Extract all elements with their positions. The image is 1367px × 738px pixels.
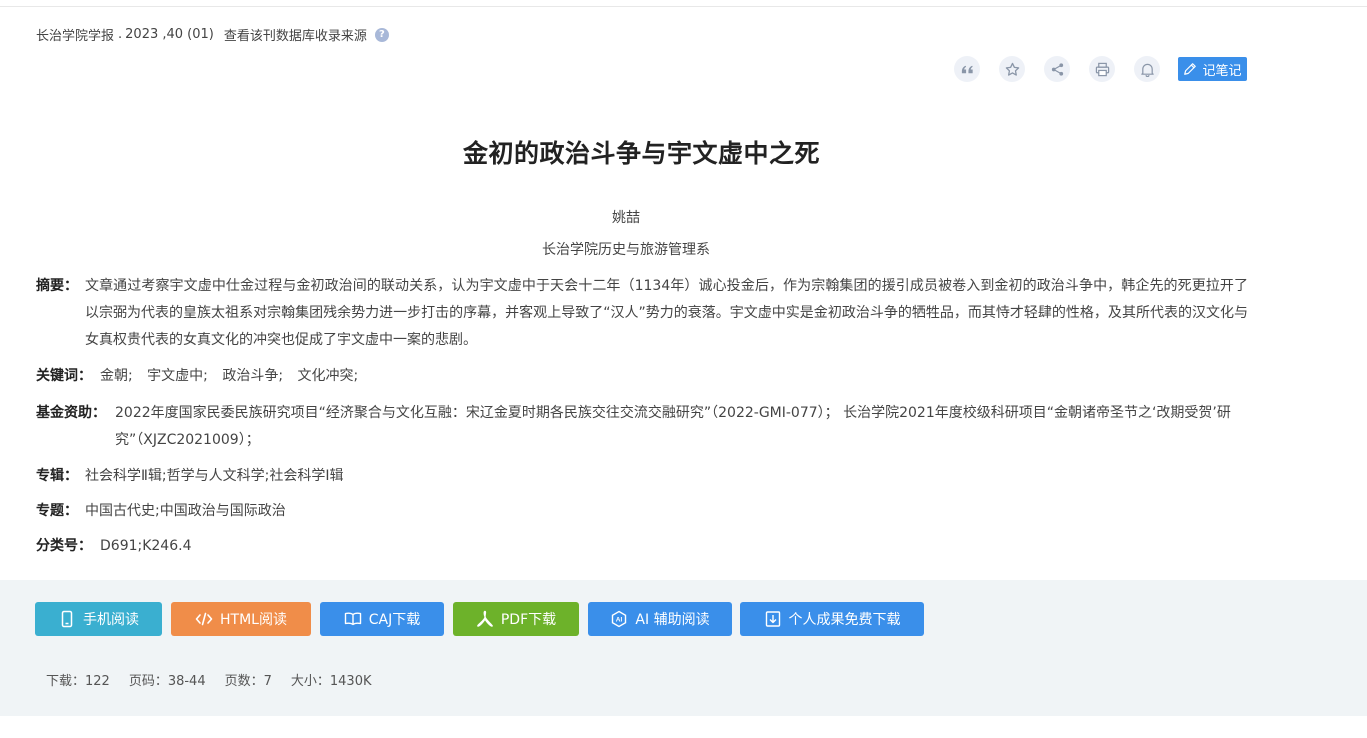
personal-download-label: 个人成果免费下载 — [788, 612, 901, 628]
pencil-icon — [1184, 63, 1197, 75]
affiliation-link[interactable]: 长治学院历史与旅游管理系 — [0, 239, 1252, 259]
help-icon[interactable]: ? — [374, 27, 389, 42]
topic-text: 中国古代史;中国政治与国际政治 — [85, 503, 286, 519]
page-count: 页数：7 — [224, 674, 272, 689]
db-source-link[interactable]: 查看该刊数据库收录来源 — [224, 25, 367, 44]
pdf-download-button[interactable]: PDF下载 — [453, 602, 579, 636]
page-range: 页码：38-44 — [128, 674, 206, 689]
take-notes-label: 记笔记 — [1202, 63, 1242, 79]
ai-read-button[interactable]: AI AI 辅助阅读 — [588, 602, 732, 636]
pdf-icon — [477, 610, 493, 627]
caj-download-label: CAJ下载 — [368, 612, 421, 628]
abstract-text: 文章通过考察宇文虚中仕金过程与金初政治间的联动关系，认为宇文虚中于天会十二年（1… — [85, 278, 1248, 348]
book-icon — [344, 612, 361, 626]
journal-link[interactable]: 长治学院学报 — [36, 25, 114, 44]
caj-download-button[interactable]: CAJ下载 — [320, 602, 444, 636]
keyword-link[interactable]: 政治斗争; — [222, 368, 283, 384]
svg-text:AI: AI — [616, 617, 623, 624]
album-text: 社会科学Ⅱ辑;哲学与人文科学;社会科学Ⅰ辑 — [85, 468, 344, 484]
keywords-row: 关键词： 金朝; 宇文虚中; 政治斗争; 文化冲突; — [36, 363, 1248, 390]
file-size: 大小：1430K — [290, 674, 372, 689]
share-icon[interactable] — [1044, 56, 1070, 82]
source-separator: . — [118, 27, 123, 42]
classification-row: 分类号： D691;K246.4 — [36, 533, 1248, 560]
ai-icon: AI — [612, 610, 627, 628]
source-line: 长治学院学报 . 2023 ,40 (01) 查看该刊数据库收录来源 ? — [36, 25, 389, 44]
mobile-read-button[interactable]: 手机阅读 — [35, 602, 162, 636]
phone-icon — [61, 610, 73, 628]
author-link[interactable]: 姚喆 — [0, 207, 1252, 227]
quote-icon[interactable] — [954, 56, 980, 82]
article-stats: 下载：122 页码：38-44 页数：7 大小：1430K — [46, 670, 391, 689]
take-notes-button[interactable]: 记笔记 — [1178, 57, 1247, 81]
keyword-link[interactable]: 宇文虚中; — [147, 368, 208, 384]
topic-row: 专题： 中国古代史;中国政治与国际政治 — [36, 498, 1248, 525]
article-toolbar — [954, 56, 1179, 82]
article-title: 金初的政治斗争与宇文虚中之死 — [462, 139, 820, 168]
html-read-label: HTML阅读 — [220, 612, 287, 628]
print-icon[interactable] — [1089, 56, 1115, 82]
personal-download-button[interactable]: 个人成果免费下载 — [740, 602, 924, 636]
classification-label: 分类号： — [36, 538, 92, 554]
keywords-label: 关键词： — [36, 368, 92, 384]
download-count: 下载：122 — [46, 674, 110, 689]
code-icon — [195, 612, 213, 626]
funds-label: 基金资助： — [36, 405, 106, 421]
download-icon — [765, 611, 780, 627]
keyword-link[interactable]: 文化冲突; — [298, 368, 359, 384]
ai-read-label: AI 辅助阅读 — [635, 612, 710, 628]
album-label: 专辑： — [36, 468, 78, 484]
funds-row: 基金资助： 2022年度国家民委民族研究项目“经济聚合与文化互融：宋辽金夏时期各… — [36, 400, 1248, 454]
classification-text: D691;K246.4 — [100, 538, 192, 554]
html-read-button[interactable]: HTML阅读 — [171, 602, 311, 636]
action-panel: 手机阅读 HTML阅读 CAJ下载 PDF下载 AI AI 辅助阅读 个人成果免… — [0, 580, 1367, 716]
abstract-label: 摘要： — [36, 278, 78, 294]
star-icon[interactable] — [999, 56, 1025, 82]
issue-link[interactable]: 2023 ,40 (01) — [125, 27, 214, 42]
abstract-row: 摘要： 文章通过考察宇文虚中仕金过程与金初政治间的联动关系，认为宇文虚中于天会十… — [36, 273, 1248, 354]
funds-text[interactable]: 2022年度国家民委民族研究项目“经济聚合与文化互融：宋辽金夏时期各民族交往交流… — [115, 400, 1248, 454]
topic-label: 专题： — [36, 503, 78, 519]
album-row: 专辑： 社会科学Ⅱ辑;哲学与人文科学;社会科学Ⅰ辑 — [36, 463, 1248, 490]
mobile-read-label: 手机阅读 — [83, 612, 139, 628]
pdf-download-label: PDF下载 — [500, 612, 557, 628]
top-divider — [0, 0, 1367, 7]
keyword-link[interactable]: 金朝; — [100, 368, 133, 384]
bell-icon[interactable] — [1134, 56, 1160, 82]
